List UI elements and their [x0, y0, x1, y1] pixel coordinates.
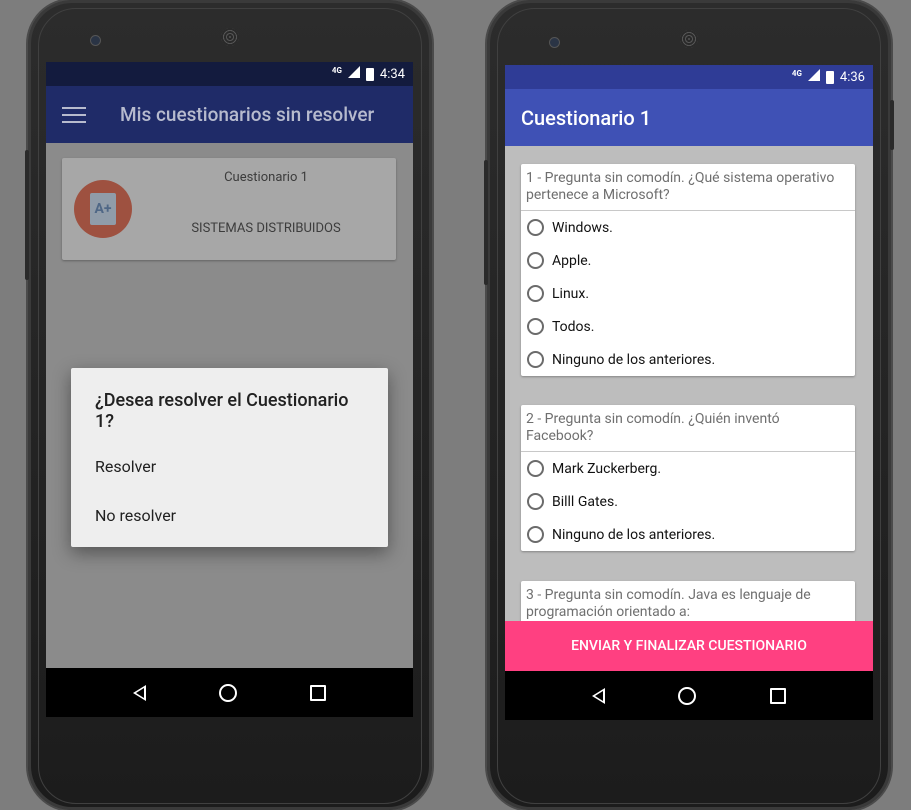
- phone-right: 4G 4:36 Cuestionario 1 1 - Pregunta sin …: [484, 0, 894, 810]
- option-bill-gates[interactable]: Billl Gates.: [521, 485, 855, 518]
- front-camera: [549, 37, 560, 48]
- option-label: Ninguno de los anteriores.: [552, 351, 716, 368]
- option-ninguno[interactable]: Ninguno de los anteriores.: [521, 343, 855, 376]
- volume-button: [484, 160, 488, 285]
- app-bar: Cuestionario 1: [505, 89, 873, 146]
- back-triangle-icon[interactable]: [591, 687, 605, 704]
- radio-unchecked-icon[interactable]: [527, 219, 544, 236]
- earpiece-speaker: [680, 30, 698, 48]
- dialog-option-resolver[interactable]: Resolver: [95, 457, 156, 476]
- signal-icon: [807, 69, 820, 85]
- status-bar: 4G 4:36: [505, 65, 873, 89]
- option-label: Ninguno de los anteriores.: [552, 526, 716, 543]
- navigation-bar: [505, 671, 873, 720]
- question-card-2: 2 - Pregunta sin comodín. ¿Quién inventó…: [521, 405, 855, 551]
- home-circle-icon[interactable]: [218, 683, 237, 702]
- screen-left: 4G 4:34 Mis cuestionarios sin resolver A…: [46, 62, 413, 717]
- front-camera: [90, 35, 101, 46]
- option-label: Windows.: [552, 219, 613, 236]
- option-mark-zuckerberg[interactable]: Mark Zuckerberg.: [521, 452, 855, 485]
- status-bar: 4G 4:34: [46, 62, 413, 86]
- option-label: Billl Gates.: [552, 493, 618, 510]
- content-area: A+ Cuestionario 1 SISTEMAS DISTRIBUIDOS …: [46, 143, 413, 668]
- submit-questionnaire-button[interactable]: ENVIAR Y FINALIZAR CUESTIONARIO: [505, 621, 873, 671]
- app-bar: Mis cuestionarios sin resolver: [46, 86, 413, 143]
- phone-left: 4G 4:34 Mis cuestionarios sin resolver A…: [25, 0, 432, 810]
- status-time: 4:36: [839, 69, 865, 85]
- appbar-title: Mis cuestionarios sin resolver: [120, 103, 375, 126]
- network-indicator: 4G: [791, 68, 802, 78]
- option-ninguno[interactable]: Ninguno de los anteriores.: [521, 518, 855, 551]
- radio-unchecked-icon[interactable]: [527, 526, 544, 543]
- card-title: Cuestionario 1: [224, 170, 308, 185]
- radio-unchecked-icon[interactable]: [527, 493, 544, 510]
- radio-unchecked-icon[interactable]: [527, 318, 544, 335]
- recents-square-icon[interactable]: [310, 684, 327, 701]
- radio-unchecked-icon[interactable]: [527, 351, 544, 368]
- question-text: 1 - Pregunta sin comodín. ¿Qué sistema o…: [521, 164, 855, 211]
- option-linux[interactable]: Linux.: [521, 277, 855, 310]
- battery-icon: [365, 67, 374, 81]
- question-card-1: 1 - Pregunta sin comodín. ¿Qué sistema o…: [521, 164, 855, 376]
- signal-icon: [347, 66, 360, 82]
- power-button: [890, 100, 894, 150]
- earpiece-speaker: [221, 28, 239, 46]
- radio-unchecked-icon[interactable]: [527, 252, 544, 269]
- home-circle-icon[interactable]: [678, 686, 697, 705]
- dialog-option-no-resolver[interactable]: No resolver: [95, 506, 176, 525]
- status-time: 4:34: [379, 66, 405, 82]
- option-label: Todos.: [552, 318, 595, 335]
- dialog-title: ¿Desea resolver el Cuestionario 1?: [95, 390, 349, 432]
- option-windows[interactable]: Windows.: [521, 211, 855, 244]
- recents-square-icon[interactable]: [770, 687, 787, 704]
- option-label: Mark Zuckerberg.: [552, 460, 662, 477]
- option-todos[interactable]: Todos.: [521, 310, 855, 343]
- questionnaire-card[interactable]: A+ Cuestionario 1 SISTEMAS DISTRIBUIDOS: [62, 158, 396, 260]
- question-text: 2 - Pregunta sin comodín. ¿Quién inventó…: [521, 405, 855, 452]
- resolve-dialog: ¿Desea resolver el Cuestionario 1? Resol…: [71, 368, 388, 547]
- option-apple[interactable]: Apple.: [521, 244, 855, 277]
- volume-button: [25, 150, 29, 280]
- navigation-bar: [46, 668, 413, 717]
- screen-right: 4G 4:36 Cuestionario 1 1 - Pregunta sin …: [505, 65, 873, 720]
- radio-unchecked-icon[interactable]: [527, 460, 544, 477]
- back-triangle-icon[interactable]: [132, 684, 146, 701]
- option-label: Linux.: [552, 285, 590, 302]
- battery-icon: [825, 70, 834, 84]
- card-subject: SISTEMAS DISTRIBUIDOS: [191, 221, 341, 236]
- network-indicator: 4G: [331, 65, 342, 75]
- option-label: Apple.: [552, 252, 592, 269]
- appbar-title: Cuestionario 1: [521, 105, 652, 130]
- hamburger-menu-icon[interactable]: [62, 106, 86, 123]
- radio-unchecked-icon[interactable]: [527, 285, 544, 302]
- questions-list[interactable]: 1 - Pregunta sin comodín. ¿Qué sistema o…: [505, 146, 873, 671]
